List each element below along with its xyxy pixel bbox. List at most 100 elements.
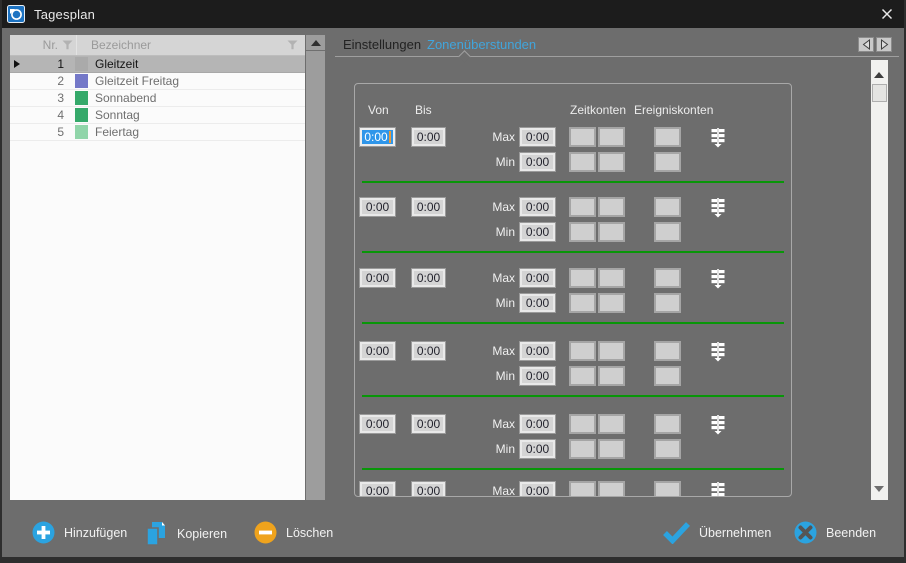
account-tree-icon[interactable] [710, 482, 726, 497]
bis-input[interactable]: 0:00 [411, 127, 446, 147]
account-tree-icon[interactable] [710, 342, 726, 362]
zeitkonto-box[interactable] [569, 439, 596, 459]
bezeichner-filter-icon[interactable] [279, 40, 305, 50]
row-color-chip [75, 91, 88, 105]
scrollbar-thumb[interactable] [872, 84, 887, 102]
zeitkonto-box[interactable] [598, 439, 625, 459]
account-tree-icon[interactable] [710, 128, 726, 148]
ereigniskonto-box[interactable] [654, 414, 681, 434]
ereigniskonto-box[interactable] [654, 197, 681, 217]
bis-input[interactable]: 0:00 [411, 341, 446, 361]
nav-next-button[interactable] [876, 37, 892, 52]
account-tree-icon[interactable] [710, 269, 726, 289]
max-input[interactable]: 0:00 [519, 268, 556, 288]
table-scroll-up-icon[interactable] [306, 35, 325, 51]
zeitkonto-box[interactable] [598, 414, 625, 434]
zeitkonto-box[interactable] [598, 222, 625, 242]
max-input[interactable]: 0:00 [519, 127, 556, 147]
min-input[interactable]: 0:00 [519, 152, 556, 172]
bis-input[interactable]: 0:00 [411, 197, 446, 217]
tab-einstellungen[interactable]: Einstellungen [343, 37, 421, 52]
nr-filter-icon[interactable] [58, 40, 76, 50]
zone-group-2: 0:00 0:00 Max 0:00 Min 0:00 [355, 197, 791, 273]
zeitkonto-box[interactable] [598, 268, 625, 288]
min-input[interactable]: 0:00 [519, 222, 556, 242]
nr-column-header: Nr. [24, 38, 58, 52]
delete-button[interactable]: Löschen [254, 521, 333, 544]
zone-group-3: 0:00 0:00 Max 0:00 Min 0:00 [355, 268, 791, 344]
zeitkonto-box[interactable] [569, 127, 596, 147]
table-row[interactable]: 1 Gleitzeit [10, 56, 305, 73]
zeitkonto-box[interactable] [598, 127, 625, 147]
zeitkonto-box[interactable] [598, 481, 625, 497]
min-input[interactable]: 0:00 [519, 439, 556, 459]
von-input[interactable]: 0:00 [359, 127, 396, 147]
scroll-down-icon[interactable] [874, 486, 884, 492]
bis-input[interactable]: 0:00 [411, 414, 446, 434]
von-input[interactable]: 0:00 [359, 197, 396, 217]
von-input[interactable]: 0:00 [359, 341, 396, 361]
row-nr: 2 [24, 73, 68, 89]
zeitkonto-box[interactable] [569, 366, 596, 386]
add-button[interactable]: Hinzufügen [32, 521, 127, 544]
copy-button[interactable]: Kopieren [144, 521, 227, 546]
zeitkonto-box[interactable] [569, 481, 596, 497]
von-input[interactable]: 0:00 [359, 414, 396, 434]
von-input[interactable]: 0:00 [359, 481, 396, 497]
max-input[interactable]: 0:00 [519, 414, 556, 434]
max-label: Max [475, 484, 515, 497]
max-input[interactable]: 0:00 [519, 341, 556, 361]
close-icon[interactable] [880, 7, 894, 21]
ereigniskonto-box[interactable] [654, 366, 681, 386]
apply-button[interactable]: Übernehmen [663, 521, 771, 544]
zeitkonten-column-label: Zeitkonten [570, 103, 626, 117]
zeitkonto-box[interactable] [598, 341, 625, 361]
account-tree-icon[interactable] [710, 415, 726, 435]
zeitkonto-box[interactable] [598, 293, 625, 313]
zeitkonto-box[interactable] [569, 152, 596, 172]
table-row[interactable]: 5 Feiertag [10, 124, 305, 141]
minus-circle-icon [254, 521, 277, 544]
max-input[interactable]: 0:00 [519, 481, 556, 497]
table-row[interactable]: 4 Sonntag [10, 107, 305, 124]
tab-zonenueberstunden[interactable]: Zonenüberstunden [427, 37, 536, 52]
bis-input[interactable]: 0:00 [411, 268, 446, 288]
min-input[interactable]: 0:00 [519, 293, 556, 313]
zeitkonto-box[interactable] [598, 366, 625, 386]
zeitkonto-box[interactable] [598, 197, 625, 217]
ereigniskonto-box[interactable] [654, 152, 681, 172]
zeitkonto-box[interactable] [569, 222, 596, 242]
zeitkonto-box[interactable] [569, 414, 596, 434]
ereigniskonto-box[interactable] [654, 293, 681, 313]
min-input[interactable]: 0:00 [519, 366, 556, 386]
max-label: Max [475, 417, 515, 431]
zeitkonto-box[interactable] [569, 197, 596, 217]
ereigniskonto-box[interactable] [654, 222, 681, 242]
zone-scrollbar[interactable] [871, 60, 888, 500]
zeitkonto-box[interactable] [569, 268, 596, 288]
table-row[interactable]: 2 Gleitzeit Freitag [10, 73, 305, 90]
ereigniskonto-box[interactable] [654, 127, 681, 147]
quit-button[interactable]: Beenden [794, 521, 876, 544]
zeitkonto-box[interactable] [569, 293, 596, 313]
zeitkonto-box[interactable] [569, 341, 596, 361]
plus-circle-icon [32, 521, 55, 544]
zone-group-1: Von Bis Zeitkonten Ereigniskonten 0:00 0… [355, 127, 791, 203]
bis-input[interactable]: 0:00 [411, 481, 446, 497]
account-tree-icon[interactable] [710, 198, 726, 218]
table-row[interactable]: 3 Sonnabend [10, 90, 305, 107]
ereigniskonto-box[interactable] [654, 341, 681, 361]
scroll-up-icon[interactable] [874, 72, 884, 78]
quit-button-label: Beenden [826, 526, 876, 540]
ereigniskonto-box[interactable] [654, 481, 681, 497]
zeitkonto-box[interactable] [598, 152, 625, 172]
table-scrollbar[interactable] [306, 35, 325, 500]
max-label: Max [475, 200, 515, 214]
ereigniskonto-box[interactable] [654, 439, 681, 459]
current-row-marker-icon [10, 56, 24, 72]
row-name: Gleitzeit [89, 56, 305, 72]
von-input[interactable]: 0:00 [359, 268, 396, 288]
nav-prev-button[interactable] [858, 37, 874, 52]
ereigniskonto-box[interactable] [654, 268, 681, 288]
max-input[interactable]: 0:00 [519, 197, 556, 217]
